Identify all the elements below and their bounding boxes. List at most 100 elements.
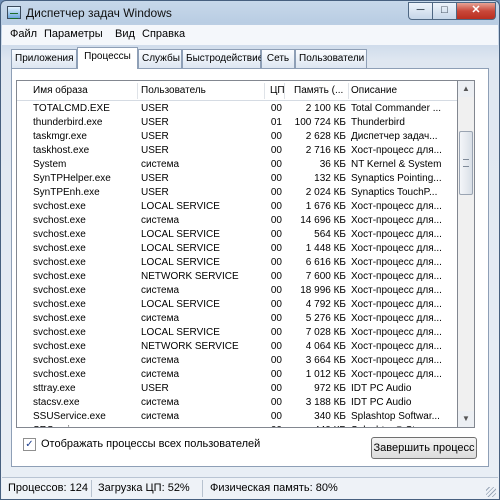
- cell-cpu: 00: [270, 257, 282, 268]
- process-row[interactable]: svchost.exe система 00 14 696 КБ Хост-процес…: [17, 214, 457, 228]
- cell-description: Thunderbird: [351, 117, 405, 128]
- cell-description: Хост-процесс для...: [351, 313, 442, 324]
- process-row[interactable]: svchost.exe LOCAL SERVICE 00 1 676 КБ Хост-п…: [17, 200, 457, 214]
- status-process-count: Процессов: 124: [8, 482, 88, 494]
- process-row[interactable]: System система 00 36 КБ NT Kernel & System: [17, 158, 457, 172]
- menu-view[interactable]: Вид: [115, 28, 135, 40]
- column-divider[interactable]: [264, 83, 265, 99]
- column-divider[interactable]: [348, 83, 349, 99]
- size-grip-icon[interactable]: [486, 487, 496, 497]
- process-row[interactable]: SSUService.exe система 00 340 КБ Splashtop S…: [17, 410, 457, 424]
- cell-description: Диспетчер задач...: [351, 131, 438, 142]
- cell-cpu: 00: [270, 243, 282, 254]
- cell-user: система: [141, 159, 180, 170]
- process-row[interactable]: svchost.exe LOCAL SERVICE 00 564 КБ Хост-про…: [17, 228, 457, 242]
- tab-applications[interactable]: Приложения: [11, 49, 77, 68]
- process-row[interactable]: TOTALCMD.EXE USER 00 2 100 КБ Total Commande…: [17, 102, 457, 116]
- vertical-scrollbar[interactable]: ▲ ▼: [458, 80, 475, 428]
- process-row[interactable]: svchost.exe система 00 18 996 КБ Хост-процес…: [17, 284, 457, 298]
- tab-services[interactable]: Службы: [138, 49, 182, 68]
- cell-image-name: svchost.exe: [33, 327, 86, 338]
- maximize-button[interactable]: □: [432, 2, 457, 20]
- cell-description: IDT PC Audio: [351, 397, 412, 408]
- cell-user: система: [141, 355, 180, 366]
- cell-image-name: SRService.exe: [33, 424, 133, 427]
- column-description[interactable]: Описание: [351, 85, 397, 96]
- scroll-up-icon[interactable]: ▲: [458, 81, 474, 97]
- process-row[interactable]: thunderbird.exe USER 01 100 724 КБ Thunderbi…: [17, 116, 457, 130]
- cell-description: Synaptics TouchP...: [351, 187, 438, 198]
- scroll-thumb[interactable]: [459, 131, 473, 195]
- scroll-down-icon[interactable]: ▼: [458, 411, 474, 427]
- process-row[interactable]: svchost.exe система 00 5 276 КБ Хост-процесс…: [17, 312, 457, 326]
- cell-description: Хост-процесс для...: [351, 271, 442, 282]
- cell-cpu: 00: [270, 131, 282, 142]
- process-row[interactable]: svchost.exe система 00 1 012 КБ Хост-процесс…: [17, 368, 457, 382]
- process-row[interactable]: sttray.exe USER 00 972 КБ IDT PC Audio: [17, 382, 457, 396]
- process-row[interactable]: svchost.exe LOCAL SERVICE 00 4 792 КБ Хост-п…: [17, 298, 457, 312]
- title-bar[interactable]: Диспетчер задач Windows ─ □ ✕: [1, 1, 499, 25]
- menu-help[interactable]: Справка: [142, 28, 185, 40]
- process-row[interactable]: taskmgr.exe USER 00 2 628 КБ Диспетчер задач…: [17, 130, 457, 144]
- tab-performance[interactable]: Быстродействие: [182, 49, 263, 68]
- minimize-button[interactable]: ─: [408, 2, 433, 20]
- process-row[interactable]: SRService.exe система 00440 КБ Splashtop® S…: [17, 424, 457, 427]
- cell-memory: 340 КБ: [314, 411, 346, 422]
- cell-memory: 3 664 КБ: [305, 355, 346, 366]
- column-cpu[interactable]: ЦП: [270, 85, 285, 96]
- menu-options[interactable]: Параметры: [44, 28, 103, 40]
- status-bar: Процессов: 124 Загрузка ЦП: 52% Физическ…: [2, 477, 498, 499]
- cell-user: USER: [141, 117, 169, 128]
- process-row[interactable]: svchost.exe система 00 3 664 КБ Хост-процесс…: [17, 354, 457, 368]
- cell-user: система: [141, 369, 180, 380]
- process-list[interactable]: Имя образа Пользователь ЦП Память (... О…: [16, 80, 458, 428]
- cell-cpu: 00: [270, 187, 282, 198]
- cell-user: система: [141, 313, 180, 324]
- cell-user: LOCAL SERVICE: [141, 257, 220, 268]
- process-row[interactable]: stacsv.exe система 00 3 188 КБ IDT PC Audio: [17, 396, 457, 410]
- process-row[interactable]: taskhost.exe USER 00 2 716 КБ Хост-процесс д…: [17, 144, 457, 158]
- cell-user: NETWORK SERVICE: [141, 341, 239, 352]
- cell-user: USER: [141, 103, 169, 114]
- column-user[interactable]: Пользователь: [141, 85, 206, 96]
- process-row[interactable]: svchost.exe LOCAL SERVICE 00 7 028 КБ Хост-п…: [17, 326, 457, 340]
- process-row[interactable]: svchost.exe NETWORK SERVICE 00 4 064 КБ Хост…: [17, 340, 457, 354]
- menu-file[interactable]: Файл: [10, 28, 37, 40]
- tab-processes[interactable]: Процессы: [77, 47, 138, 69]
- cell-description: Total Commander ...: [351, 103, 442, 114]
- cell-cpu: 00: [270, 145, 282, 156]
- cell-user: NETWORK SERVICE: [141, 271, 239, 282]
- process-row[interactable]: svchost.exe LOCAL SERVICE 00 1 448 КБ Хост-п…: [17, 242, 457, 256]
- cell-cpu: 00: [270, 327, 282, 338]
- cell-image-name: svchost.exe: [33, 271, 86, 282]
- process-row[interactable]: SynTPHelper.exe USER 00 132 КБ Synaptics Poi…: [17, 172, 457, 186]
- close-button[interactable]: ✕: [456, 2, 496, 20]
- cell-description: Хост-процесс для...: [351, 341, 442, 352]
- show-all-label[interactable]: Отображать процессы всех пользователей: [41, 438, 260, 450]
- process-row[interactable]: SynTPEnh.exe USER 00 2 024 КБ Synaptics Touc…: [17, 186, 457, 200]
- cell-description: Хост-процесс для...: [351, 355, 442, 366]
- cell-memory: 14 696 КБ: [300, 215, 346, 226]
- cell-memory: 972 КБ: [314, 383, 346, 394]
- process-row[interactable]: svchost.exe NETWORK SERVICE 00 7 600 КБ Хост…: [17, 270, 457, 284]
- show-all-checkbox[interactable]: ✓: [23, 438, 36, 451]
- cell-memory: 5 276 КБ: [305, 313, 346, 324]
- cell-memory: 6 616 КБ: [305, 257, 346, 268]
- cell-description: Synaptics Pointing...: [351, 173, 442, 184]
- end-process-button[interactable]: Завершить процесс: [371, 437, 477, 459]
- cell-description: Хост-процесс для...: [351, 299, 442, 310]
- cell-description: Splashtop Softwar...: [351, 411, 440, 422]
- process-row[interactable]: svchost.exe LOCAL SERVICE 00 6 616 КБ Хост-п…: [17, 256, 457, 270]
- column-divider[interactable]: [137, 83, 138, 99]
- column-image-name[interactable]: Имя образа: [33, 85, 88, 96]
- column-divider[interactable]: [284, 83, 285, 99]
- cell-image-name: sttray.exe: [33, 383, 76, 394]
- cell-cpu: 00: [270, 313, 282, 324]
- cell-description: Хост-процесс для...: [351, 201, 442, 212]
- column-memory[interactable]: Память (...: [294, 85, 343, 96]
- cell-memory: 18 996 КБ: [300, 285, 346, 296]
- tab-network[interactable]: Сеть: [261, 49, 295, 68]
- cell-image-name: SSUService.exe: [33, 411, 106, 422]
- tab-users[interactable]: Пользователи: [295, 49, 367, 68]
- cell-memory: 36 КБ: [319, 159, 346, 170]
